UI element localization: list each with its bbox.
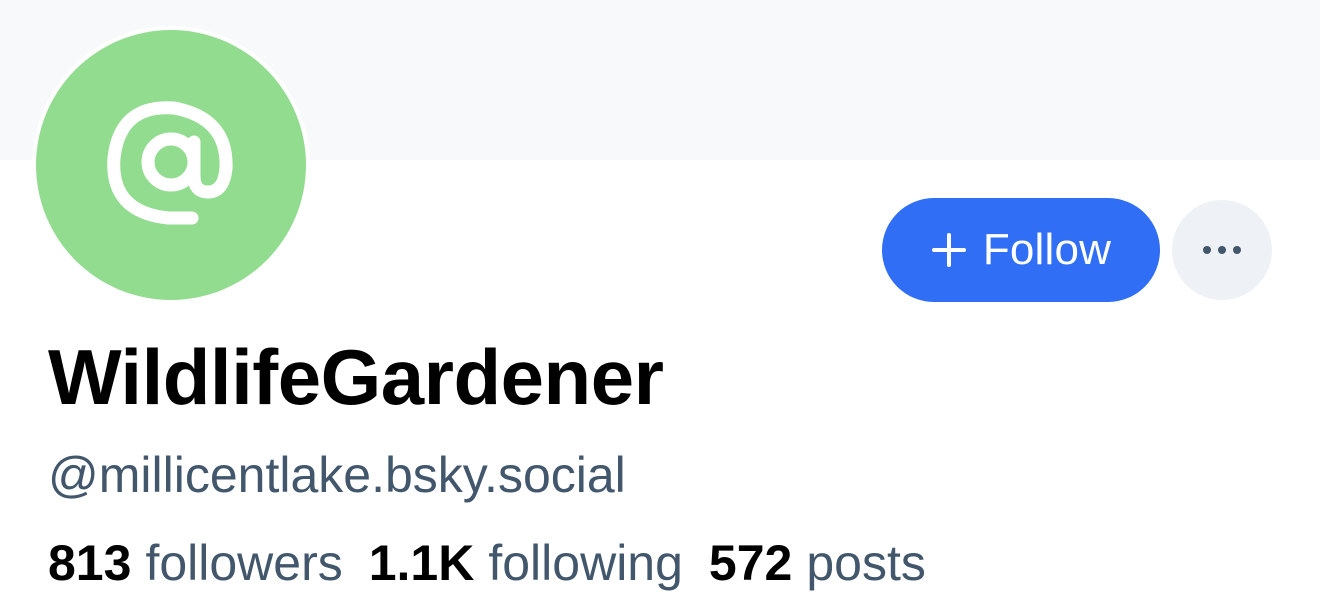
posts-stat: 572 posts <box>709 534 926 592</box>
avatar[interactable] <box>32 26 310 304</box>
display-name: WildlifeGardener <box>48 333 664 421</box>
following-stat[interactable]: 1.1K following <box>369 534 683 592</box>
avatar-image <box>36 30 306 300</box>
followers-stat[interactable]: 813 followers <box>48 534 343 592</box>
plus-icon <box>931 233 966 267</box>
following-label: following <box>488 535 683 591</box>
profile-handle: @millicentlake.bsky.social <box>48 447 626 503</box>
followers-label: followers <box>145 535 343 591</box>
posts-label: posts <box>806 535 926 591</box>
followers-count: 813 <box>48 535 132 591</box>
profile-header: Follow WildlifeGardener @millicentlake.b… <box>0 0 1320 616</box>
at-sign-icon <box>107 101 233 225</box>
posts-count: 572 <box>708 535 793 591</box>
ellipsis-icon <box>1203 246 1241 254</box>
follow-label: Follow <box>982 225 1112 274</box>
follow-button[interactable]: Follow <box>882 198 1160 302</box>
following-count: 1.1K <box>368 535 475 591</box>
profile-stats: 813 followers 1.1K following 572 posts <box>48 534 926 592</box>
more-options-button[interactable] <box>1172 200 1272 300</box>
